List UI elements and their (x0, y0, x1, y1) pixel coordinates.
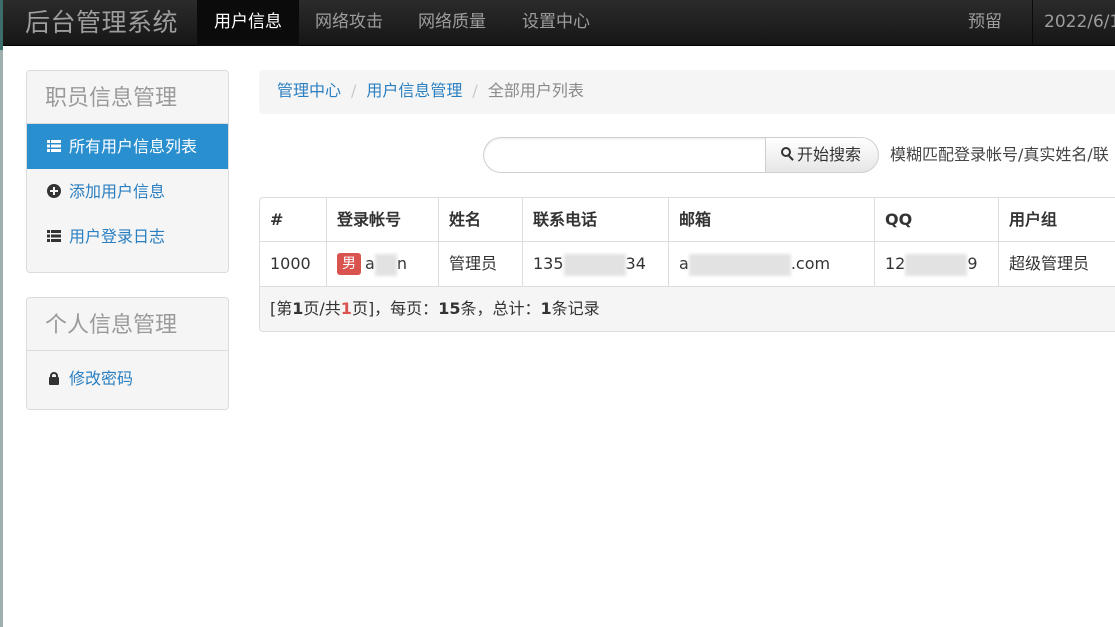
column-header-phone: 联系电话 (523, 198, 669, 241)
qq-text-end: 9 (967, 254, 978, 273)
breadcrumb-user-management[interactable]: 用户信息管理 (366, 81, 462, 100)
search-input[interactable] (483, 137, 766, 173)
redacted-block (688, 253, 791, 276)
column-header-qq: QQ (875, 198, 999, 241)
user-table: # 登录帐号 姓名 联系电话 邮箱 QQ 用户组 1000 男an 管理员 13… (259, 197, 1115, 332)
cell-group: 超级管理员 (1009, 254, 1090, 273)
pagination-text: 页/共 (303, 299, 341, 318)
column-header-account: 登录帐号 (327, 198, 439, 241)
table-row[interactable]: 1000 男an 管理员 135 34 a .com 12 9 超级管理员 (260, 242, 1115, 287)
cell-name: 管理员 (439, 242, 523, 286)
pagination-current-page: 1 (292, 299, 304, 318)
pagination-text: 条，总计： (460, 299, 541, 318)
nav-date: 2022/6/16 (1044, 12, 1115, 32)
cell-phone: 135 34 (523, 242, 669, 286)
nav-network-attack[interactable]: 网络攻击 (298, 0, 400, 46)
search-button[interactable]: 开始搜索 (765, 137, 879, 173)
table-header-row: # 登录帐号 姓名 联系电话 邮箱 QQ 用户组 (260, 198, 1115, 242)
breadcrumb-separator: / (351, 81, 357, 100)
phone-text-start: 135 (533, 254, 564, 273)
nav-network-quality[interactable]: 网络质量 (401, 0, 503, 46)
staff-management-panel: 职员信息管理 所有用户信息列表 添加用户信息 用户登录日志 (26, 70, 229, 273)
gender-badge: 男 (337, 253, 361, 275)
pagination-text: [第 (270, 299, 293, 318)
pagination-total: 1 (540, 299, 552, 318)
top-navbar: 后台管理系统 用户信息 网络攻击 网络质量 设置中心 预留 2022/6/16 (3, 0, 1115, 46)
personal-panel-title: 个人信息管理 (27, 298, 228, 351)
search-button-label: 开始搜索 (797, 145, 862, 164)
email-text-start: a (679, 254, 689, 273)
redacted-block (905, 253, 968, 276)
nav-user-info[interactable]: 用户信息 (197, 0, 299, 46)
sidebar-item-login-log[interactable]: 用户登录日志 (27, 214, 228, 259)
email-text-end: .com (790, 254, 831, 273)
window-edge (0, 0, 3, 627)
search-icon (781, 147, 795, 161)
breadcrumb-admin-center[interactable]: 管理中心 (277, 81, 341, 100)
staff-panel-title: 职员信息管理 (27, 71, 228, 124)
sidebar-item-label: 用户登录日志 (69, 227, 166, 246)
nav-reserved[interactable]: 预留 (951, 0, 1019, 46)
breadcrumb: 管理中心 / 用户信息管理 / 全部用户列表 (259, 70, 1115, 114)
pagination-info: [第1页/共1页]，每页：15条，总计：1条记录 (260, 287, 1115, 331)
pagination-text: 页]，每页： (351, 299, 439, 318)
account-text-end: n (396, 254, 407, 273)
cell-qq: 12 9 (875, 242, 999, 286)
column-header-id: # (260, 198, 327, 241)
account-text-start: a (365, 254, 375, 273)
sidebar-item-all-users[interactable]: 所有用户信息列表 (27, 124, 228, 169)
nav-settings-center[interactable]: 设置中心 (505, 0, 607, 46)
lock-icon (47, 371, 61, 385)
qq-text-start: 12 (885, 254, 906, 273)
sidebar-item-change-password[interactable]: 修改密码 (27, 351, 228, 407)
redacted-block (374, 253, 397, 276)
cell-account[interactable]: 男a n (327, 242, 439, 286)
pagination-per-page: 15 (438, 299, 461, 318)
cell-email: a .com (669, 242, 875, 286)
brand-title[interactable]: 后台管理系统 (25, 0, 178, 46)
sidebar-item-label: 添加用户信息 (69, 182, 166, 201)
column-header-name: 姓名 (439, 198, 523, 241)
sidebar-item-label: 所有用户信息列表 (69, 137, 198, 156)
list-icon (47, 139, 61, 153)
redacted-block (563, 253, 626, 276)
cell-id: 1000 (260, 242, 327, 286)
breadcrumb-separator: / (472, 81, 478, 100)
pagination-total-pages: 1 (340, 299, 352, 318)
phone-text-end: 34 (625, 254, 646, 273)
column-header-email: 邮箱 (669, 198, 875, 241)
pagination-text: 条记录 (551, 299, 600, 318)
column-header-group: 用户组 (1009, 210, 1058, 229)
breadcrumb-current: 全部用户列表 (487, 81, 584, 100)
personal-management-panel: 个人信息管理 修改密码 (26, 297, 229, 410)
sidebar-item-add-user[interactable]: 添加用户信息 (27, 169, 228, 214)
plus-circle-icon (47, 184, 61, 198)
list-icon (47, 229, 61, 243)
search-hint: 模糊匹配登录帐号/真实姓名/联 (890, 145, 1109, 164)
sidebar-item-label: 修改密码 (69, 369, 134, 388)
